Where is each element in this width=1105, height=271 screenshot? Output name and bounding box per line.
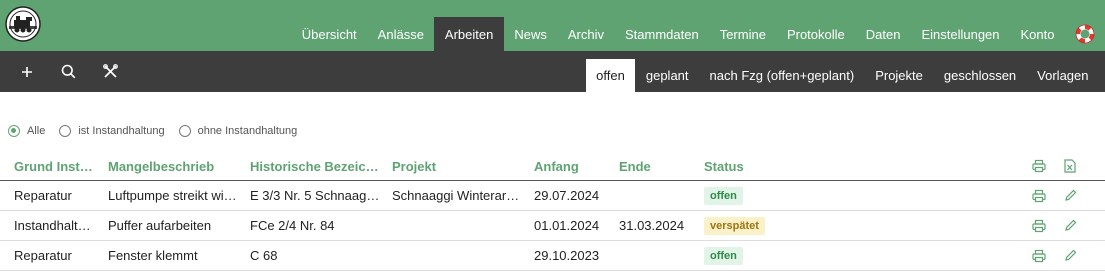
print-icon[interactable] (1032, 152, 1048, 180)
cell-ende (619, 181, 699, 210)
lifebuoy-icon[interactable] (1065, 17, 1105, 51)
table-row[interactable]: Reparatur Fenster klemmt C 68 29.10.2023… (0, 241, 1105, 271)
col-ende-header[interactable]: Ende (619, 152, 699, 180)
search-icon[interactable] (48, 51, 88, 92)
status-badge: offen (704, 246, 743, 265)
edit-icon[interactable] (1064, 181, 1080, 210)
cell-grund: Reparatur (14, 188, 72, 203)
cell-status: offen (704, 241, 794, 270)
cell-status: offen (704, 181, 794, 210)
excel-icon[interactable] (1064, 152, 1080, 180)
arbeiten-table: Grund Inst… Mangelbeschrieb Historische … (0, 152, 1105, 271)
cell-bezeichnung: C 68 (250, 248, 278, 263)
nav-arbeiten[interactable]: Arbeiten (434, 17, 504, 51)
tab-geschlossen[interactable]: geschlossen (933, 59, 1026, 92)
cell-projekt: Schnaaggi Winterar… (392, 188, 520, 203)
filter-label: Alle (27, 125, 46, 137)
nav-daten[interactable]: Daten (855, 17, 911, 51)
cell-mangel: Puffer aufarbeiten (108, 218, 212, 233)
main-nav: Übersicht Anlässe Arbeiten News Archiv S… (291, 17, 1105, 51)
status-badge: verspätet (704, 216, 765, 235)
col-mangel-header[interactable]: Mangelbeschrieb (108, 152, 243, 180)
nav-termine[interactable]: Termine (709, 17, 776, 51)
plus-icon[interactable] (7, 51, 47, 92)
edit-icon[interactable] (1064, 241, 1080, 270)
tools-icon[interactable] (90, 51, 130, 92)
app-logo[interactable] (5, 6, 41, 42)
nav-news[interactable]: News (504, 17, 558, 51)
table-header: Grund Inst… Mangelbeschrieb Historische … (0, 152, 1105, 181)
radio-button[interactable] (178, 125, 191, 137)
cell-status: verspätet (704, 211, 794, 240)
print-icon[interactable] (1032, 181, 1048, 210)
top-navbar: Übersicht Anlässe Arbeiten News Archiv S… (0, 0, 1105, 51)
cell-projekt (392, 211, 527, 240)
col-status-header[interactable]: Status (704, 152, 784, 180)
tab-nach-fzg[interactable]: nach Fzg (offen+geplant) (699, 59, 865, 92)
cell-bezeichnung: FCe 2/4 Nr. 84 (250, 218, 335, 233)
filter-ohne-instandhaltung[interactable]: ohne Instandhaltung (178, 125, 298, 137)
status-badge: offen (704, 186, 743, 205)
cell-bezeichnung: E 3/3 Nr. 5 Schnaag… (250, 188, 380, 203)
cell-mangel: Fenster klemmt (108, 248, 198, 263)
cell-ende (619, 241, 699, 270)
nav-anlaesse[interactable]: Anlässe (367, 17, 434, 51)
instandhaltung-filter: Alle ist Instandhaltung ohne Instandhalt… (8, 124, 311, 138)
cell-grund: Instandhalt… (14, 218, 91, 233)
col-grund-header[interactable]: Grund Inst… (14, 152, 102, 180)
table-row[interactable]: Instandhalt… Puffer aufarbeiten FCe 2/4 … (0, 211, 1105, 241)
filter-label: ist Instandhaltung (78, 125, 165, 137)
table-row[interactable]: Reparatur Luftpumpe streikt wi… E 3/3 Nr… (0, 181, 1105, 211)
filter-label: ohne Instandhaltung (197, 125, 298, 137)
toolbar: offen geplant nach Fzg (offen+geplant) P… (0, 51, 1105, 92)
col-anfang-header[interactable]: Anfang (534, 152, 614, 180)
cell-anfang: 29.10.2023 (534, 248, 600, 263)
cell-projekt (392, 241, 527, 270)
cell-anfang: 01.01.2024 (534, 218, 600, 233)
cell-anfang: 29.07.2024 (534, 188, 600, 203)
radio-button[interactable] (8, 125, 20, 137)
status-tabs: offen geplant nach Fzg (offen+geplant) P… (585, 59, 1099, 92)
cell-grund: Reparatur (14, 248, 72, 263)
tab-projekte[interactable]: Projekte (865, 59, 934, 92)
edit-icon[interactable] (1064, 211, 1080, 240)
print-icon[interactable] (1032, 211, 1048, 240)
nav-stammdaten[interactable]: Stammdaten (614, 17, 709, 51)
cell-mangel: Luftpumpe streikt wi… (108, 188, 237, 203)
tab-offen[interactable]: offen (585, 59, 636, 92)
col-projekt-header[interactable]: Projekt (392, 152, 527, 180)
nav-einstellungen[interactable]: Einstellungen (911, 17, 1010, 51)
radio-button[interactable] (59, 125, 72, 137)
cell-ende: 31.03.2024 (619, 218, 685, 233)
nav-archiv[interactable]: Archiv (557, 17, 614, 51)
filter-ist-instandhaltung[interactable]: ist Instandhaltung (59, 125, 165, 137)
print-icon[interactable] (1032, 241, 1048, 270)
nav-protokolle[interactable]: Protokolle (776, 17, 855, 51)
col-bezeichnung-header[interactable]: Historische Bezeic… (250, 152, 386, 180)
filter-alle[interactable]: Alle (8, 125, 45, 137)
tab-geplant[interactable]: geplant (635, 59, 699, 92)
nav-uebersicht[interactable]: Übersicht (291, 17, 367, 51)
tab-vorlagen[interactable]: Vorlagen (1027, 59, 1099, 92)
nav-konto[interactable]: Konto (1010, 17, 1065, 51)
